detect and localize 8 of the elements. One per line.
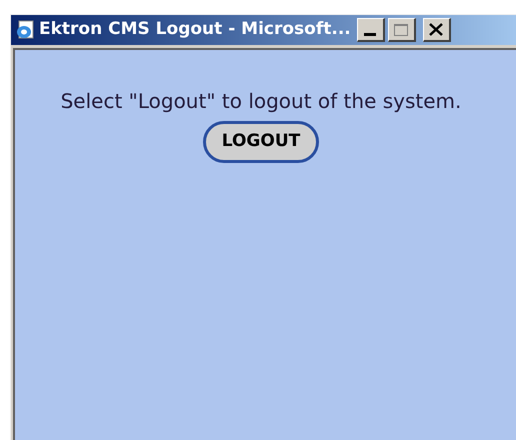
window-title: Ektron CMS Logout - Microsoft... [39,18,351,42]
logout-message: Select "Logout" to logout of the system. [60,88,462,115]
maximize-button[interactable] [388,18,416,42]
minimize-button[interactable] [356,18,385,42]
close-icon [429,23,444,36]
logout-button[interactable]: LOGOUT [202,121,320,163]
browser-icon [15,20,35,40]
close-button[interactable] [422,18,451,42]
